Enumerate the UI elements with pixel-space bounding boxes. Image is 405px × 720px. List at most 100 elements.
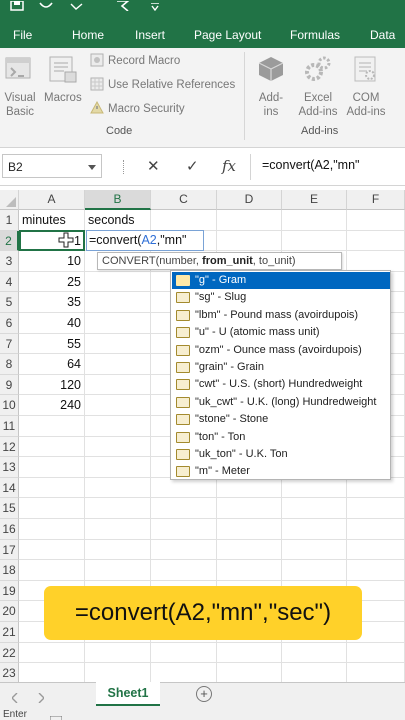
- cell-b2-editor[interactable]: =convert(A2,"mn": [86, 230, 204, 251]
- cell-f22[interactable]: [347, 642, 405, 664]
- tab-file[interactable]: File: [13, 28, 32, 42]
- autocomplete-item[interactable]: "ton" - Ton: [172, 429, 390, 446]
- autocomplete-item[interactable]: "g" - Gram: [172, 272, 390, 290]
- sheet-nav-right-icon[interactable]: [38, 690, 45, 708]
- cell-b22[interactable]: [85, 642, 151, 664]
- cell-b16[interactable]: [85, 519, 151, 540]
- record-macro-button[interactable]: Record Macro: [108, 54, 180, 68]
- cell-a22[interactable]: [19, 642, 85, 664]
- row-header-9[interactable]: 9: [0, 374, 19, 396]
- cell-c17[interactable]: [151, 539, 217, 561]
- cell-e14[interactable]: [282, 477, 347, 499]
- cell-e16[interactable]: [282, 519, 347, 540]
- com-addins-button[interactable]: COM Add-ins: [343, 91, 389, 119]
- cell-f1[interactable]: [347, 210, 405, 231]
- cell-b8[interactable]: [85, 354, 151, 375]
- cell-c15[interactable]: [151, 498, 217, 519]
- cell-d14[interactable]: [217, 477, 282, 499]
- cell-a8[interactable]: 64: [19, 354, 85, 375]
- cell-b10[interactable]: [85, 395, 151, 416]
- cell-a18[interactable]: [19, 560, 85, 581]
- cell-c14[interactable]: [151, 477, 217, 499]
- cell-d22[interactable]: [217, 642, 282, 664]
- cell-b1[interactable]: seconds: [85, 210, 151, 231]
- cell-e18[interactable]: [282, 560, 347, 581]
- row-header-14[interactable]: 14: [0, 477, 19, 499]
- cell-e23[interactable]: [282, 663, 347, 684]
- cancel-button[interactable]: ✕: [147, 157, 160, 175]
- cell-e17[interactable]: [282, 539, 347, 561]
- row-header-10[interactable]: 10: [0, 395, 19, 416]
- row-header-22[interactable]: 22: [0, 642, 19, 664]
- cell-f23[interactable]: [347, 663, 405, 684]
- name-box-dropdown-icon[interactable]: [88, 160, 96, 174]
- cell-a15[interactable]: [19, 498, 85, 519]
- autocomplete-item[interactable]: "lbm" - Pound mass (avoirdupois): [172, 307, 390, 324]
- row-header-3[interactable]: 3: [0, 251, 19, 272]
- cell-a13[interactable]: [19, 457, 85, 478]
- autocomplete-item[interactable]: "sg" - Slug: [172, 289, 390, 306]
- cell-b13[interactable]: [85, 457, 151, 478]
- tab-home[interactable]: Home: [72, 28, 104, 42]
- tab-data[interactable]: Data: [370, 28, 395, 42]
- row-header-23[interactable]: 23: [0, 663, 19, 684]
- insert-function-button[interactable]: fx: [222, 157, 236, 175]
- row-header-16[interactable]: 16: [0, 519, 19, 540]
- cell-c16[interactable]: [151, 519, 217, 540]
- addins-button[interactable]: Add- ins: [252, 91, 290, 119]
- cell-a9[interactable]: 120: [19, 374, 85, 396]
- column-header-e[interactable]: E: [282, 190, 347, 210]
- cell-d16[interactable]: [217, 519, 282, 540]
- cell-a16[interactable]: [19, 519, 85, 540]
- row-header-4[interactable]: 4: [0, 271, 19, 293]
- column-header-a[interactable]: A: [19, 190, 85, 210]
- cell-a6[interactable]: 40: [19, 313, 85, 334]
- cell-a11[interactable]: [19, 416, 85, 437]
- row-header-2[interactable]: 2: [0, 230, 19, 252]
- column-header-d[interactable]: D: [217, 190, 282, 210]
- cell-f2[interactable]: [347, 230, 405, 252]
- save-icon[interactable]: [10, 0, 24, 12]
- cell-a12[interactable]: [19, 436, 85, 458]
- column-header-f[interactable]: F: [347, 190, 405, 210]
- cell-d2[interactable]: [217, 230, 282, 252]
- excel-addins-button[interactable]: Excel Add-ins: [294, 91, 342, 119]
- row-header-21[interactable]: 21: [0, 622, 19, 643]
- cell-e1[interactable]: [282, 210, 347, 231]
- select-all-corner[interactable]: [0, 190, 19, 210]
- cell-d18[interactable]: [217, 560, 282, 581]
- autocomplete-item[interactable]: "u" - U (atomic mass unit): [172, 324, 390, 341]
- row-header-18[interactable]: 18: [0, 560, 19, 581]
- cell-b7[interactable]: [85, 333, 151, 355]
- cell-a3[interactable]: 10: [19, 251, 85, 272]
- cell-a10[interactable]: 240: [19, 395, 85, 416]
- tab-formulas[interactable]: Formulas: [290, 28, 340, 42]
- autocomplete-item[interactable]: "grain" - Grain: [172, 359, 390, 376]
- autosum-icon[interactable]: [116, 0, 131, 12]
- cell-b9[interactable]: [85, 374, 151, 396]
- name-box[interactable]: B2: [2, 154, 102, 178]
- tooltip-function[interactable]: CONVERT(number,: [102, 255, 202, 267]
- autocomplete-item[interactable]: "uk_ton" - U.K. Ton: [172, 446, 390, 463]
- cell-e15[interactable]: [282, 498, 347, 519]
- cell-a17[interactable]: [19, 539, 85, 561]
- autocomplete-item[interactable]: "cwt" - U.S. (short) Hundredweight: [172, 376, 390, 393]
- row-header-7[interactable]: 7: [0, 333, 19, 355]
- cell-b12[interactable]: [85, 436, 151, 458]
- cell-b6[interactable]: [85, 313, 151, 334]
- cell-b17[interactable]: [85, 539, 151, 561]
- row-header-15[interactable]: 15: [0, 498, 19, 519]
- visual-basic-button[interactable]: Visual Basic: [2, 91, 38, 119]
- row-header-11[interactable]: 11: [0, 416, 19, 437]
- cell-a23[interactable]: [19, 663, 85, 684]
- cell-d15[interactable]: [217, 498, 282, 519]
- cell-e2[interactable]: [282, 230, 347, 252]
- use-relative-references-button[interactable]: Use Relative References: [108, 78, 235, 92]
- row-header-13[interactable]: 13: [0, 457, 19, 478]
- customize-qat-icon[interactable]: [150, 0, 160, 12]
- row-header-5[interactable]: 5: [0, 292, 19, 313]
- formula-input[interactable]: =convert(A2,"mn": [262, 158, 359, 172]
- autocomplete-item[interactable]: "m" - Meter: [172, 463, 390, 480]
- cell-c1[interactable]: [151, 210, 217, 231]
- cell-b5[interactable]: [85, 292, 151, 313]
